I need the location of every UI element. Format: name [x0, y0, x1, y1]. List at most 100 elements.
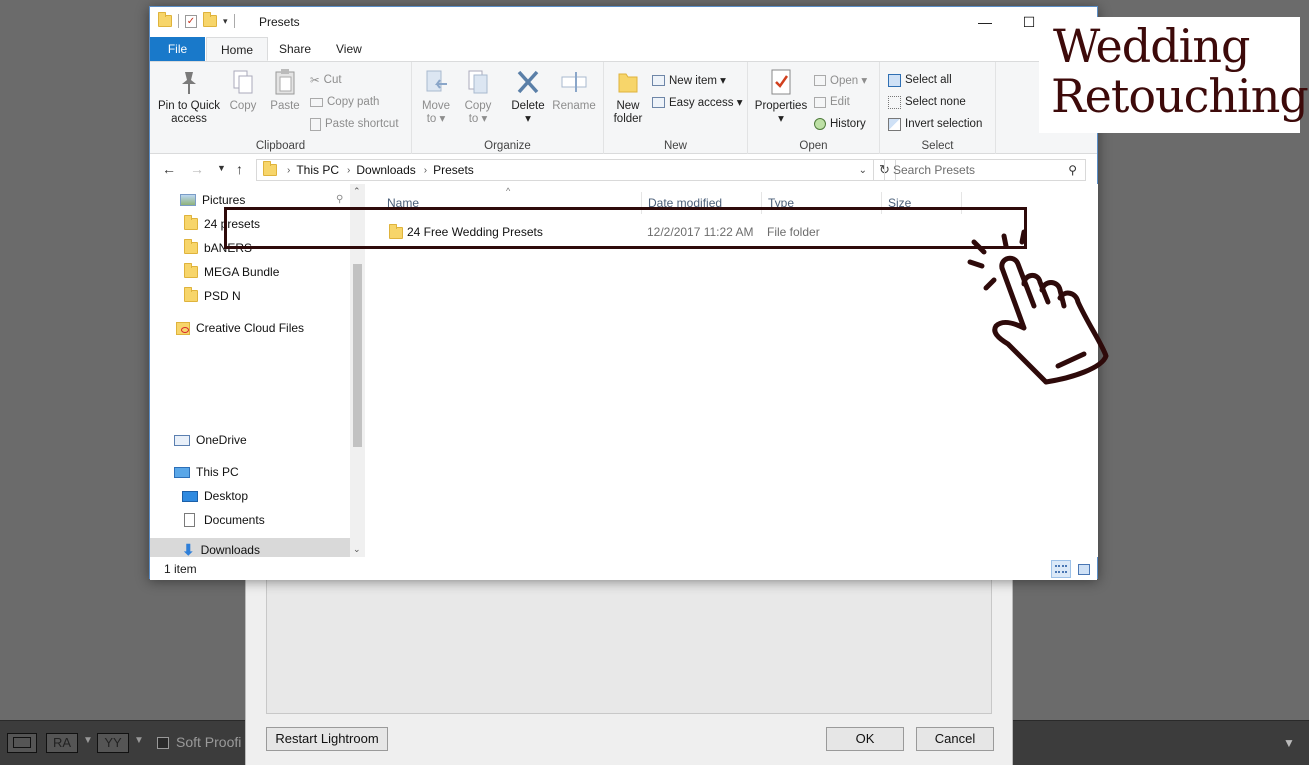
- open-icon: [814, 74, 826, 86]
- address-dropdown-icon[interactable]: ⌄: [859, 165, 867, 176]
- nav-item-onedrive[interactable]: OneDrive: [174, 428, 247, 452]
- search-icon: ⚲: [1068, 163, 1077, 177]
- nav-item-this-pc[interactable]: This PC: [174, 460, 239, 484]
- select-all-button[interactable]: Select all: [888, 71, 952, 89]
- properties-label: Properties ▾: [754, 100, 808, 125]
- nav-item-mega-bundle[interactable]: MEGA Bundle: [184, 260, 279, 284]
- nav-label: Downloads: [200, 543, 260, 557]
- file-explorer-window: ✓ ▾ Presets — ☐ ✕ File Home Share View P…: [149, 6, 1098, 580]
- breadcrumb-chevron-icon[interactable]: ›: [424, 165, 427, 176]
- tab-file[interactable]: File: [150, 37, 205, 61]
- properties-icon: [771, 69, 791, 95]
- nav-label: This PC: [196, 465, 239, 479]
- before-after-ra-button[interactable]: RA: [46, 733, 78, 753]
- select-all-icon: [888, 73, 901, 87]
- toolbar-menu-arrow-icon[interactable]: ▼: [1283, 736, 1295, 750]
- rename-button[interactable]: Rename: [550, 68, 598, 113]
- nav-label: MEGA Bundle: [204, 265, 280, 279]
- breadcrumb-chevron-icon[interactable]: ›: [287, 165, 290, 176]
- rename-label: Rename: [552, 100, 596, 112]
- folder-icon: [263, 161, 277, 176]
- ok-button[interactable]: OK: [826, 727, 904, 751]
- nav-item-documents[interactable]: Documents: [184, 508, 265, 532]
- invert-selection-button[interactable]: Invert selection: [888, 115, 982, 133]
- customize-qat-icon[interactable]: ▾: [223, 16, 228, 27]
- easy-access-button[interactable]: Easy access ▾: [652, 93, 743, 111]
- computer-icon: [174, 466, 190, 478]
- properties-button[interactable]: Properties ▾: [750, 68, 812, 126]
- nav-item-desktop[interactable]: Desktop: [182, 484, 248, 508]
- soft-proofing-checkbox[interactable]: [157, 737, 169, 749]
- new-folder-icon[interactable]: [203, 12, 217, 27]
- chevron-down-icon[interactable]: ▼: [134, 735, 144, 746]
- properties-check-icon[interactable]: ✓: [185, 14, 197, 28]
- loupe-view-button[interactable]: [7, 733, 37, 753]
- minimize-button[interactable]: —: [963, 11, 1007, 33]
- new-item-button[interactable]: New item ▾: [652, 71, 726, 89]
- scroll-down-icon[interactable]: ⌄: [353, 544, 361, 555]
- new-folder-icon: [618, 73, 638, 93]
- pointing-hand-icon: [967, 229, 1109, 385]
- new-folder-button[interactable]: New folder: [608, 68, 648, 126]
- paste-icon: [275, 69, 295, 95]
- organize-group: Move to ▾ Copy to ▾ Delete ▾ Rename Orga…: [412, 62, 604, 154]
- select-group: Select all Select none Invert selection …: [880, 62, 996, 154]
- chevron-down-icon[interactable]: ▼: [83, 735, 93, 746]
- cut-button[interactable]: ✂ Cut: [310, 71, 342, 89]
- recent-locations-chevron-icon[interactable]: ▼: [217, 163, 226, 173]
- breadcrumb-this-pc[interactable]: This PC: [296, 163, 339, 177]
- status-bar: 1 item: [150, 557, 1097, 580]
- divider: [233, 14, 235, 28]
- before-after-yy-button[interactable]: YY: [97, 733, 129, 753]
- breadcrumb-downloads[interactable]: Downloads: [356, 163, 415, 177]
- nav-label: Desktop: [204, 489, 249, 503]
- folder-icon: [158, 12, 172, 27]
- cancel-button[interactable]: Cancel: [916, 727, 994, 751]
- pin-to-quick-access-button[interactable]: Pin to Quick access: [154, 68, 224, 126]
- move-to-button[interactable]: Move to ▾: [418, 68, 454, 126]
- copy-path-button[interactable]: Copy path: [310, 93, 379, 111]
- copy-button[interactable]: Copy: [226, 68, 260, 113]
- search-placeholder: Search Presets: [893, 163, 976, 177]
- edit-button[interactable]: Edit: [814, 93, 850, 111]
- search-input[interactable]: Search Presets ⚲: [884, 159, 1086, 181]
- tab-share[interactable]: Share: [265, 37, 325, 61]
- delete-button[interactable]: Delete ▾: [508, 68, 548, 126]
- restart-lightroom-button[interactable]: Restart Lightroom: [266, 727, 388, 751]
- paste-shortcut-button[interactable]: Paste shortcut: [310, 115, 399, 133]
- folder-icon: [184, 215, 198, 230]
- onedrive-icon: [174, 434, 190, 446]
- tab-home[interactable]: Home: [206, 37, 269, 61]
- delete-label: Delete ▾: [511, 100, 545, 125]
- select-none-button[interactable]: Select none: [888, 93, 966, 111]
- scroll-up-icon[interactable]: ⌃: [353, 186, 361, 197]
- back-button[interactable]: ←: [162, 161, 176, 177]
- paste-button[interactable]: Paste: [266, 68, 304, 113]
- address-bar[interactable]: › This PC › Downloads › Presets ⌄: [256, 159, 874, 181]
- open-button[interactable]: Open ▾: [814, 71, 867, 89]
- up-button[interactable]: ↑: [236, 161, 243, 177]
- navigation-bar: ← → ▼ ↑ › This PC › Downloads › Presets …: [150, 154, 1097, 184]
- creative-cloud-icon: [176, 321, 190, 335]
- tab-view[interactable]: View: [322, 37, 376, 61]
- copy-to-button[interactable]: Copy to ▾: [460, 68, 496, 126]
- folder-icon: [184, 287, 198, 302]
- breadcrumb-chevron-icon[interactable]: ›: [347, 165, 350, 176]
- invert-selection-icon: [888, 117, 901, 131]
- large-icons-view-button[interactable]: [1074, 560, 1094, 578]
- lightroom-preferences-dialog: Restart Lightroom OK Cancel: [245, 570, 1013, 765]
- soft-proofing-label: Soft Proofi: [176, 734, 242, 750]
- paste-shortcut-label: Paste shortcut: [325, 118, 399, 130]
- details-view-button[interactable]: [1051, 560, 1071, 578]
- breadcrumb-presets[interactable]: Presets: [433, 163, 474, 177]
- nav-item-psd-n[interactable]: PSD N: [184, 284, 241, 308]
- nav-item-creative-cloud-files[interactable]: Creative Cloud Files: [176, 316, 304, 340]
- clipboard-group-label: Clipboard: [255, 140, 306, 152]
- scrollbar-thumb[interactable]: [353, 264, 362, 447]
- history-button[interactable]: History: [814, 115, 866, 133]
- forward-button[interactable]: →: [190, 161, 204, 177]
- new-item-icon: [652, 74, 665, 86]
- folder-icon: [184, 263, 198, 278]
- pin-icon[interactable]: ⚲: [336, 194, 343, 205]
- folder-icon: [184, 239, 198, 254]
